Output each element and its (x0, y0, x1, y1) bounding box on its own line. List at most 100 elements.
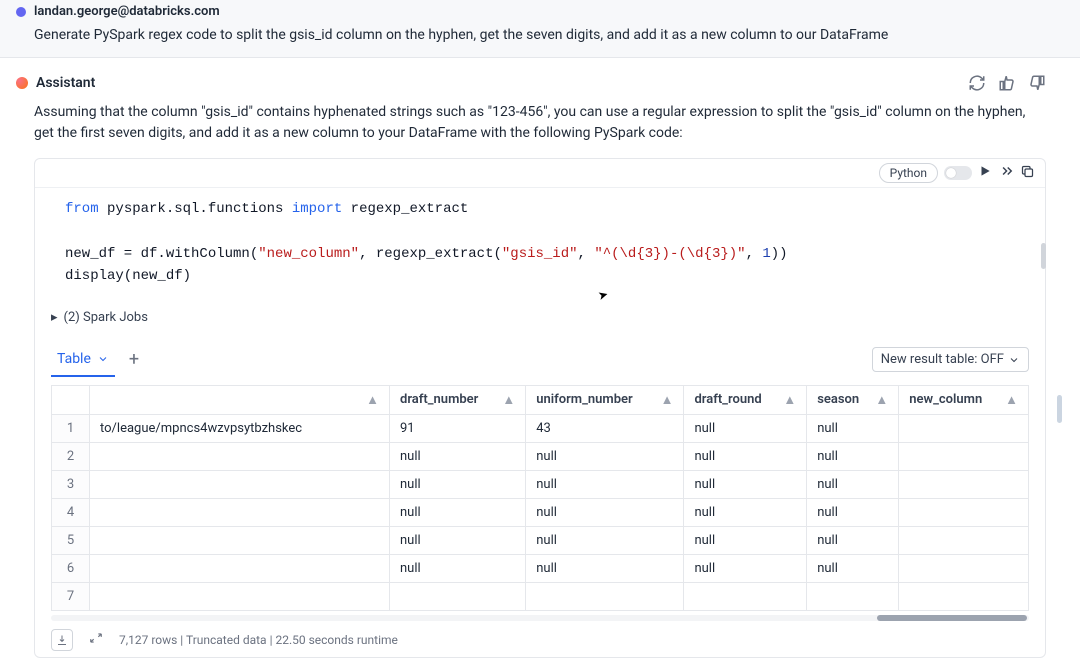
row-number: 2 (52, 442, 90, 470)
chevron-down-icon (97, 353, 109, 365)
sort-icon[interactable]: ▲ (502, 392, 515, 408)
table-cell: null (807, 526, 899, 554)
sort-icon[interactable]: ▲ (366, 392, 379, 408)
sort-icon[interactable]: ▲ (661, 392, 674, 408)
table-cell: null (684, 526, 807, 554)
table-row[interactable]: 4nullnullnullnull (52, 498, 1029, 526)
result-toggle-label: New result table: OFF (881, 352, 1004, 367)
table-cell (899, 414, 1029, 442)
table-cell: null (684, 554, 807, 582)
table-cell (390, 582, 526, 610)
chevron-down-icon (1008, 354, 1020, 366)
user-prompt-block: landan.george@databricks.com Generate Py… (0, 0, 1080, 58)
data-table: ▲draft_number▲uniform_number▲draft_round… (51, 385, 1029, 611)
expand-icon[interactable] (89, 631, 103, 648)
table-cell (899, 526, 1029, 554)
table-row[interactable]: 3nullnullnullnull (52, 470, 1029, 498)
table-cell: null (807, 554, 899, 582)
row-number: 7 (52, 582, 90, 610)
assistant-block: Assistant Assuming that the column "gsis… (0, 58, 1080, 658)
column-header[interactable]: uniform_number▲ (526, 385, 684, 414)
output-footer: 7,127 rows | Truncated data | 22.50 seco… (35, 623, 1045, 657)
table-cell (899, 554, 1029, 582)
table-cell: null (684, 498, 807, 526)
table-cell: null (526, 498, 684, 526)
column-header[interactable]: season▲ (807, 385, 899, 414)
table-cell: null (807, 470, 899, 498)
resize-handle[interactable] (1041, 243, 1046, 269)
cell-toolbar: Python (35, 159, 1045, 188)
table-cell (526, 582, 684, 610)
code-area[interactable]: from pyspark.sql.functions import regexp… (35, 188, 1045, 300)
row-number: 3 (52, 470, 90, 498)
table-row[interactable]: 1to/league/mpncs4wzvpsytbzhskec9143nulln… (52, 414, 1029, 442)
table-cell: null (390, 498, 526, 526)
sort-icon[interactable]: ▲ (875, 392, 888, 408)
assistant-actions (968, 74, 1046, 92)
table-cell: to/league/mpncs4wzvpsytbzhskec (90, 414, 390, 442)
column-header[interactable]: draft_number▲ (390, 385, 526, 414)
table-cell (684, 582, 807, 610)
vertical-scrollbar[interactable] (1057, 395, 1062, 423)
table-cell: null (526, 470, 684, 498)
add-tab-button[interactable]: + (129, 349, 139, 370)
table-cell (90, 470, 390, 498)
table-cell (90, 498, 390, 526)
footer-summary: 7,127 rows | Truncated data | 22.50 seco… (119, 633, 398, 647)
table-cell: null (390, 470, 526, 498)
prompt-text: Generate PySpark regex code to split the… (34, 27, 1046, 43)
row-number-header (52, 385, 90, 414)
table-cell: null (684, 470, 807, 498)
result-table-toggle[interactable]: New result table: OFF (872, 347, 1029, 372)
user-email-row: landan.george@databricks.com (16, 4, 1046, 19)
assistant-label-row: Assistant (16, 75, 95, 91)
scrollbar-thumb[interactable] (877, 615, 1027, 621)
table-row[interactable]: 7 (52, 582, 1029, 610)
code-cell: Python from pyspark.sql.functions import… (34, 158, 1046, 658)
more-icon[interactable] (998, 164, 1014, 182)
thumbs-up-icon[interactable] (998, 74, 1016, 92)
row-number: 4 (52, 498, 90, 526)
download-button[interactable] (51, 629, 73, 651)
table-cell: 91 (390, 414, 526, 442)
table-row[interactable]: 2nullnullnullnull (52, 442, 1029, 470)
table-cell: null (526, 442, 684, 470)
refresh-icon[interactable] (968, 74, 986, 92)
sort-icon[interactable]: ▲ (1005, 392, 1018, 408)
table-cell: 43 (526, 414, 684, 442)
row-number: 1 (52, 414, 90, 442)
table-row[interactable]: 5nullnullnullnull (52, 526, 1029, 554)
output-tabs-row: Table + New result table: OFF (35, 335, 1045, 377)
tab-table[interactable]: Table (51, 343, 115, 377)
table-cell (90, 582, 390, 610)
assist-toggle[interactable] (944, 166, 972, 180)
spark-jobs-label: (2) Spark Jobs (64, 310, 148, 325)
column-header[interactable]: new_column▲ (899, 385, 1029, 414)
table-cell (899, 442, 1029, 470)
run-icon[interactable] (978, 164, 992, 182)
assistant-text: Assuming that the column "gsis_id" conta… (34, 102, 1046, 144)
table-cell (90, 442, 390, 470)
table-row[interactable]: 6nullnullnullnull (52, 554, 1029, 582)
copy-icon[interactable] (1020, 164, 1035, 183)
language-pill[interactable]: Python (879, 163, 938, 183)
column-header[interactable]: draft_round▲ (684, 385, 807, 414)
table-cell: null (390, 526, 526, 554)
table-cell: null (526, 526, 684, 554)
table-cell (899, 498, 1029, 526)
user-avatar (16, 7, 26, 17)
table-cell (899, 470, 1029, 498)
table-cell: null (807, 498, 899, 526)
spark-jobs-toggle[interactable]: ▸ (2) Spark Jobs (35, 300, 1045, 335)
thumbs-down-icon[interactable] (1028, 74, 1046, 92)
sort-icon[interactable]: ▲ (783, 392, 796, 408)
horizontal-scrollbar[interactable] (51, 615, 1029, 621)
table-cell: null (684, 414, 807, 442)
tab-table-label: Table (57, 351, 91, 367)
data-table-wrap[interactable]: ▲draft_number▲uniform_number▲draft_round… (51, 385, 1029, 611)
column-header[interactable]: ▲ (90, 385, 390, 414)
table-cell (899, 582, 1029, 610)
user-email: landan.george@databricks.com (34, 4, 220, 19)
table-cell: null (526, 554, 684, 582)
table-cell (807, 582, 899, 610)
